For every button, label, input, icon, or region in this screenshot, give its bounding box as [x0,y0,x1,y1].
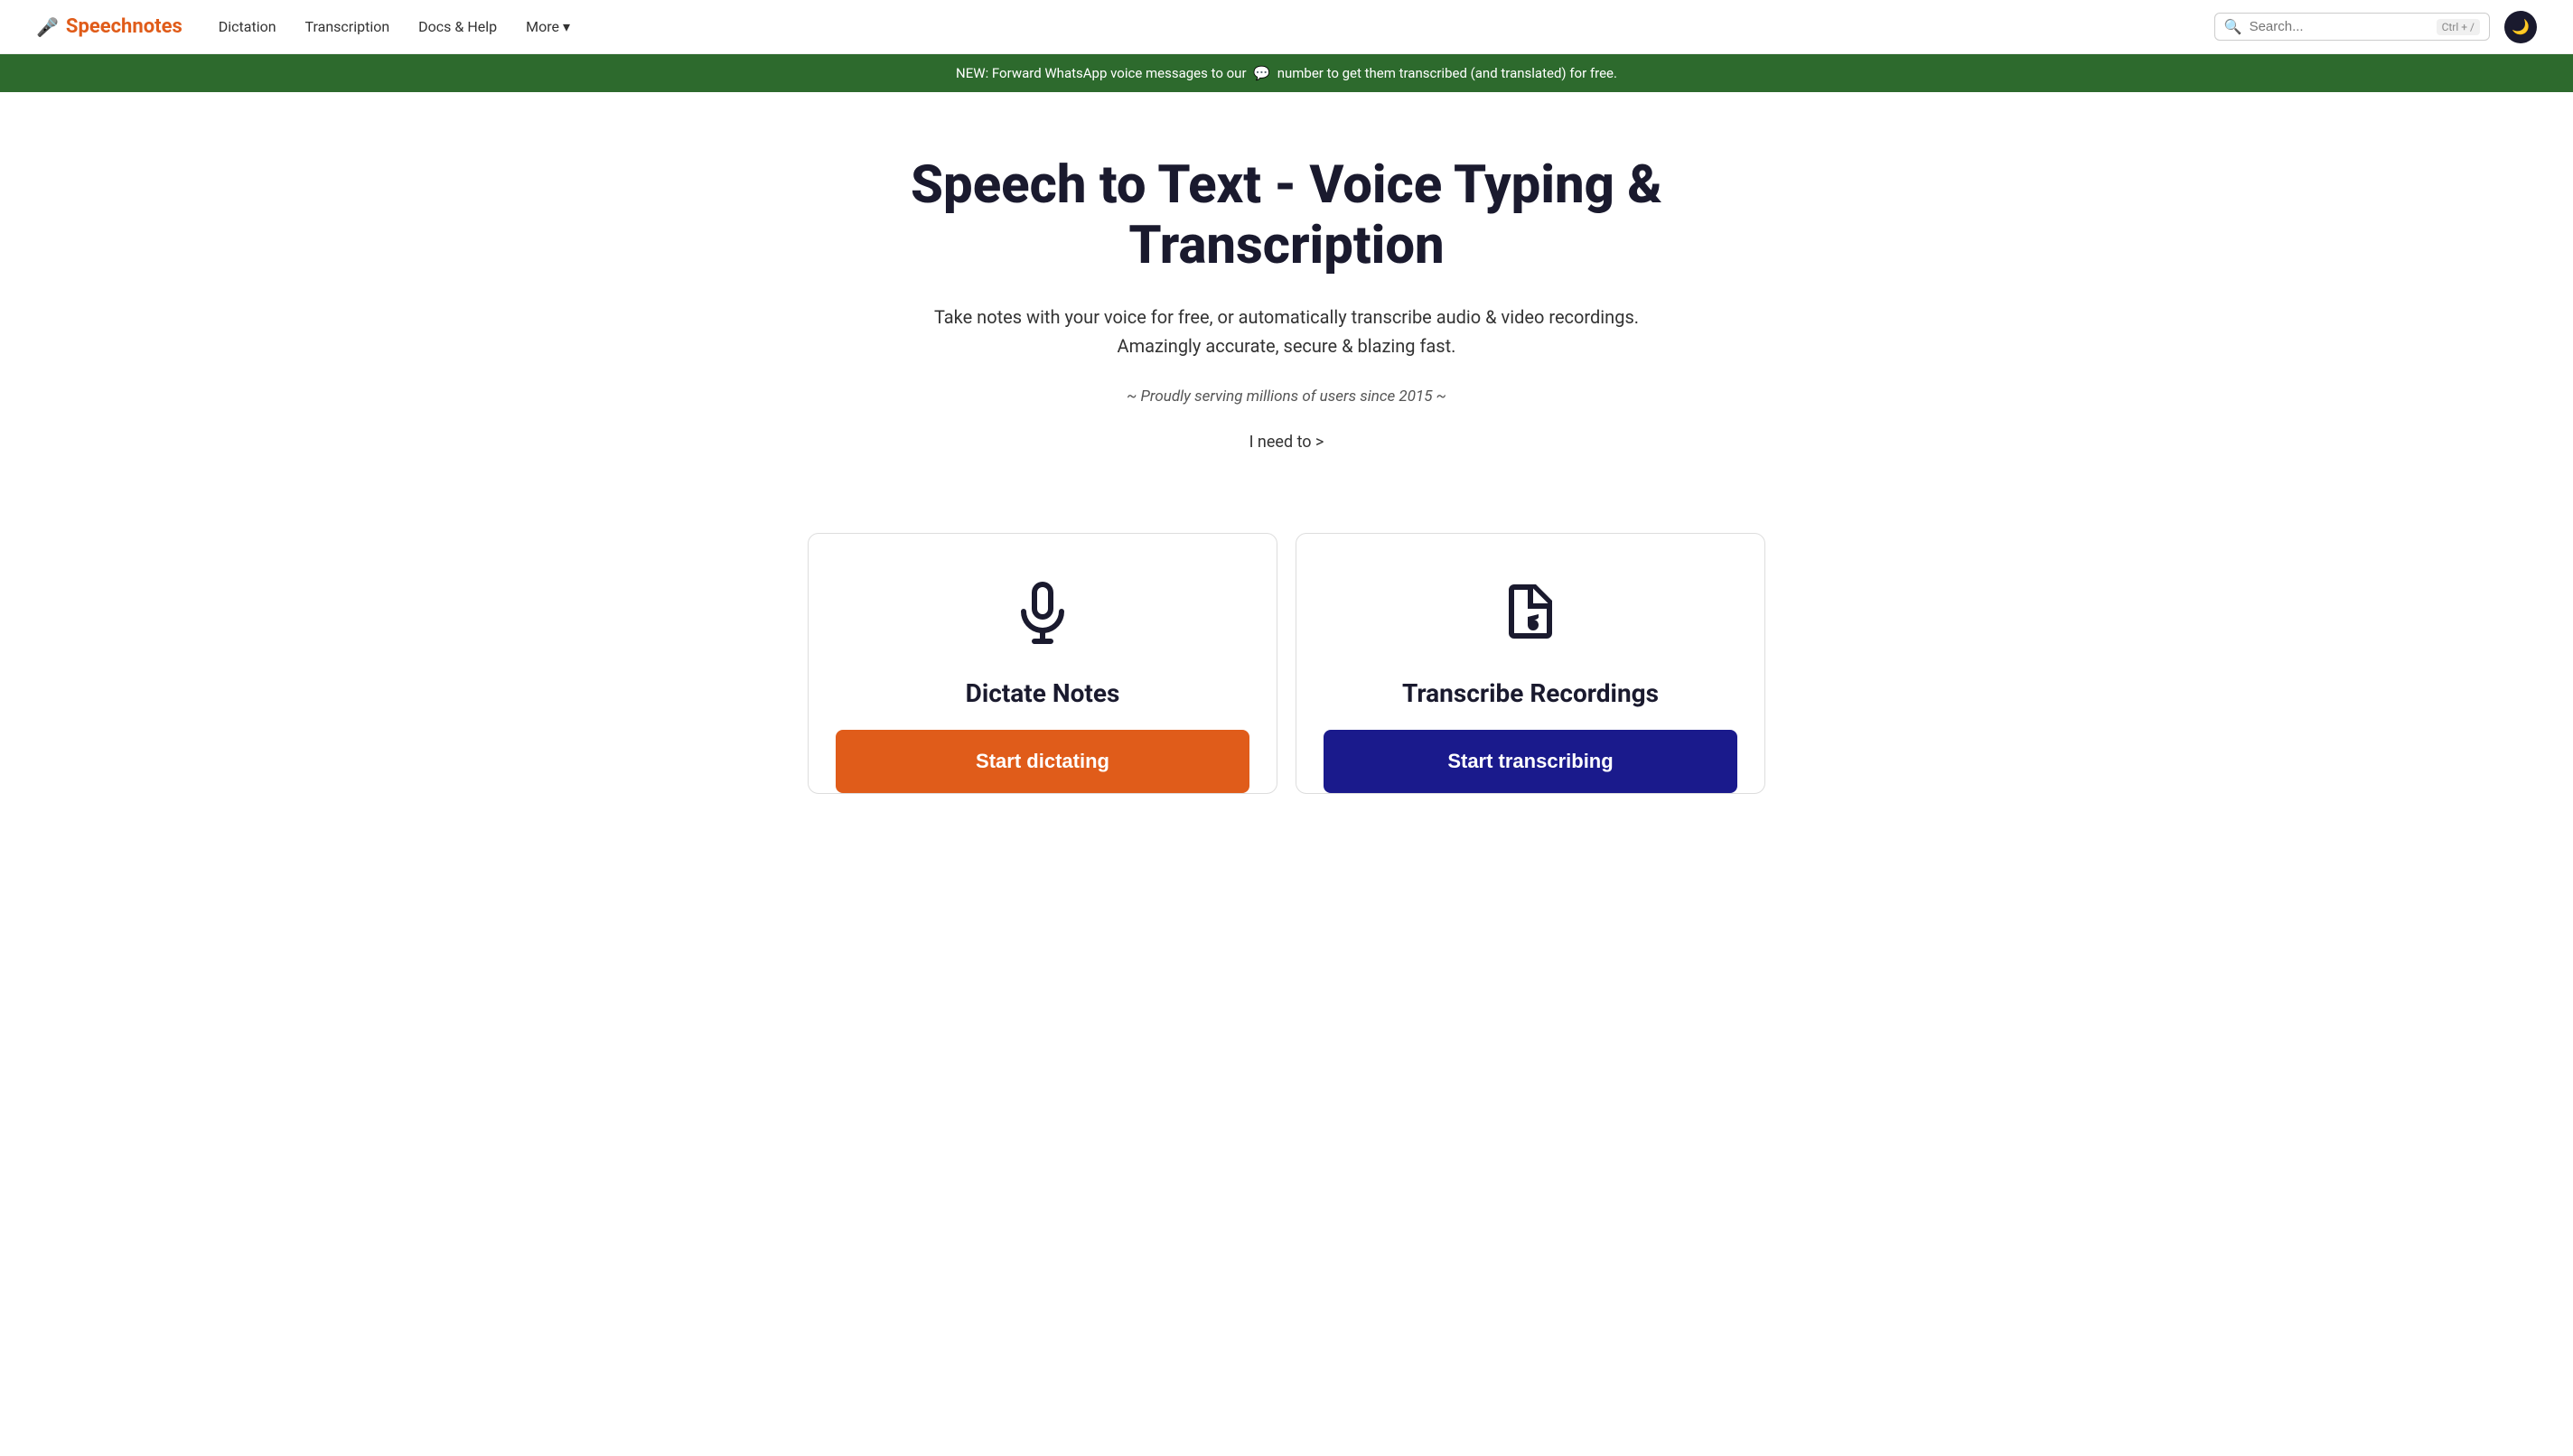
nav-more[interactable]: More ▾ [526,18,570,35]
start-dictating-button[interactable]: Start dictating [836,730,1249,793]
hero-tagline: ~ Proudly serving millions of users sinc… [898,387,1675,406]
hero-section: Speech to Text - Voice Typing & Transcri… [880,92,1693,533]
audio-file-icon [1498,579,1563,660]
search-icon: 🔍 [2224,18,2242,35]
logo-icon: 🎤 [36,16,59,38]
banner-text-after: number to get them transcribed (and tran… [1277,65,1617,81]
announcement-banner: NEW: Forward WhatsApp voice messages to … [0,54,2573,92]
search-area: 🔍 Ctrl + / [2214,13,2490,41]
start-transcribing-button[interactable]: Start transcribing [1324,730,1737,793]
nav-transcription[interactable]: Transcription [305,18,390,35]
dictate-card: Dictate Notes Start dictating [808,533,1277,794]
transcribe-card: Transcribe Recordings Start transcribing [1296,533,1765,794]
cards-container: Dictate Notes Start dictating Transcribe… [790,533,1783,794]
banner-text-before: NEW: Forward WhatsApp voice messages to … [956,65,1247,81]
chevron-down-icon: ▾ [563,18,570,35]
theme-toggle-button[interactable]: 🌙 [2504,11,2537,43]
nav-links: Dictation Transcription Docs & Help More… [219,18,2214,35]
navbar: 🎤 Speechnotes Dictation Transcription Do… [0,0,2573,54]
search-shortcut: Ctrl + / [2437,19,2480,35]
logo-link[interactable]: 🎤 Speechnotes [36,15,182,38]
transcribe-card-title: Transcribe Recordings [1402,678,1659,708]
logo-text: Speechnotes [66,15,182,38]
search-input[interactable] [2250,19,2429,34]
nav-docs-help[interactable]: Docs & Help [418,18,497,35]
nav-dictation[interactable]: Dictation [219,18,276,35]
nav-more-label: More [526,18,559,35]
hero-title: Speech to Text - Voice Typing & Transcri… [898,155,1675,275]
whatsapp-icon: 💬 [1253,65,1270,81]
microphone-icon [1010,579,1075,660]
hero-subtitle: Take notes with your voice for free, or … [898,303,1675,360]
hero-cta[interactable]: I need to > [898,433,1675,452]
dictate-card-title: Dictate Notes [966,678,1120,708]
